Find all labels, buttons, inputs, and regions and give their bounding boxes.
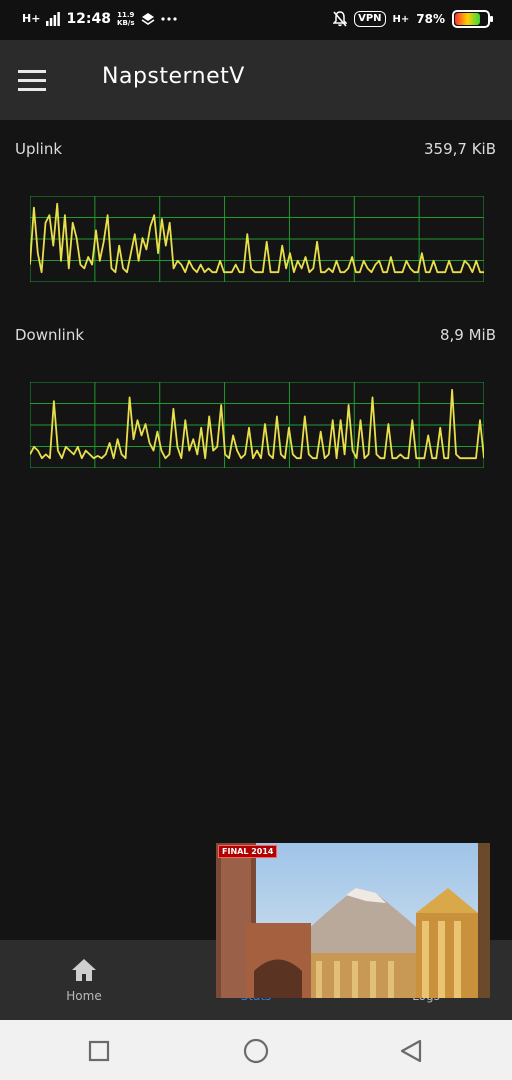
hamburger-menu-icon[interactable] — [18, 62, 62, 98]
status-left: H+ 12:48 11.9 KB/s — [22, 8, 177, 30]
battery-percent: 78% — [416, 12, 445, 26]
battery-icon — [452, 10, 493, 28]
speed-unit: KB/s — [117, 19, 135, 27]
nav-item-home[interactable]: Home — [34, 940, 134, 1020]
floating-video-player[interactable]: FINAL 2014 — [216, 843, 490, 998]
back-icon[interactable] — [396, 1036, 426, 1066]
more-dots-icon — [160, 17, 177, 21]
uplink-label: Uplink — [15, 140, 63, 158]
system-navigation-bar — [0, 1020, 512, 1080]
downlink-traffic-line — [30, 388, 484, 460]
layers-icon — [141, 13, 154, 25]
status-bar: H+ 12:48 11.9 KB/s VPN H+ 78% — [0, 0, 512, 40]
battery-level — [455, 13, 480, 25]
app-bar: NapsternetV — [0, 40, 512, 120]
home-icon — [72, 959, 96, 981]
uplink-graph — [30, 196, 484, 282]
downlink-label: Downlink — [15, 326, 85, 344]
video-frame-image — [216, 843, 490, 998]
menu-line — [18, 69, 46, 73]
menu-line — [18, 78, 46, 82]
video-badge: FINAL 2014 — [218, 845, 278, 858]
signal-icon — [46, 12, 61, 26]
speed-value: 11.9 — [117, 11, 135, 19]
network-speed: 11.9 KB/s — [117, 11, 134, 27]
clock: 12:48 — [66, 11, 112, 27]
downlink-graph — [30, 382, 484, 468]
home-circle-icon[interactable] — [241, 1036, 271, 1066]
vpn-icon: VPN — [354, 11, 386, 27]
uplink-traffic-line — [30, 202, 484, 274]
downlink-value: 8,9 MiB — [439, 326, 496, 344]
recent-apps-icon[interactable] — [84, 1036, 114, 1066]
menu-line — [18, 87, 46, 91]
mute-bell-icon — [333, 11, 348, 27]
uplink-value: 359,7 KiB — [423, 140, 496, 158]
app-title: NapsternetV — [102, 64, 245, 89]
network-type-secondary: H+ — [392, 13, 410, 25]
status-right: VPN H+ 78% — [333, 8, 493, 30]
network-type: H+ — [22, 12, 41, 25]
nav-label-home: Home — [66, 989, 102, 1003]
